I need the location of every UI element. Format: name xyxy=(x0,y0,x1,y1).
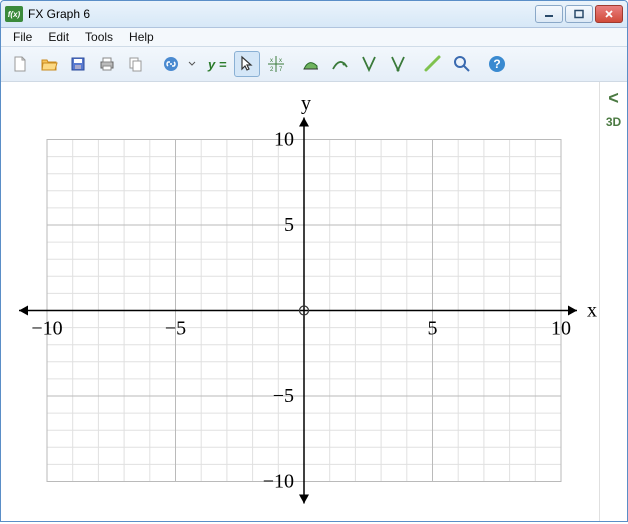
svg-text:−10: −10 xyxy=(263,471,294,493)
window-title: FX Graph 6 xyxy=(28,7,535,21)
menu-tools[interactable]: Tools xyxy=(77,28,121,46)
zoom-button[interactable] xyxy=(449,51,475,77)
roots-tool-button[interactable] xyxy=(385,51,411,77)
svg-text:x: x xyxy=(279,58,282,64)
menu-file[interactable]: File xyxy=(5,28,40,46)
area-icon xyxy=(301,54,321,74)
new-file-icon xyxy=(11,55,29,73)
minimize-button[interactable] xyxy=(535,5,563,23)
svg-text:y: y xyxy=(301,93,311,115)
link-dropdown[interactable] xyxy=(187,60,197,68)
menu-edit[interactable]: Edit xyxy=(40,28,77,46)
roots-icon xyxy=(388,54,408,74)
pencil-line-icon xyxy=(423,54,443,74)
window-controls xyxy=(535,5,623,23)
save-button[interactable] xyxy=(65,51,91,77)
intersect-tool-button[interactable] xyxy=(356,51,382,77)
equation-prefix: y = xyxy=(206,57,228,72)
titlebar: f(x) FX Graph 6 xyxy=(1,1,627,28)
curve-tool-button[interactable] xyxy=(327,51,353,77)
menu-help[interactable]: Help xyxy=(121,28,162,46)
svg-text:10: 10 xyxy=(274,129,294,151)
link-icon xyxy=(162,55,180,73)
axes-settings-icon: x 2 x 7 xyxy=(266,54,286,74)
svg-text:5: 5 xyxy=(428,318,438,340)
app-icon: f(x) xyxy=(5,6,23,22)
expand-panel-button[interactable]: < xyxy=(603,88,625,108)
axes-settings-button[interactable]: x 2 x 7 xyxy=(263,51,289,77)
side-panel: < 3D xyxy=(599,82,627,521)
new-file-button[interactable] xyxy=(7,51,33,77)
graph-canvas[interactable]: −10 −5 5 10 −10 −5 5 10 y x xyxy=(1,82,599,521)
select-tool-button[interactable] xyxy=(234,51,260,77)
svg-text:?: ? xyxy=(494,57,501,71)
close-button[interactable] xyxy=(595,5,623,23)
svg-text:x: x xyxy=(587,300,597,322)
svg-text:−5: −5 xyxy=(273,385,294,407)
svg-text:7: 7 xyxy=(279,67,283,73)
mode-3d-button[interactable]: 3D xyxy=(603,112,625,132)
toolbar: y = x 2 x 7 xyxy=(1,47,627,82)
maximize-button[interactable] xyxy=(565,5,593,23)
magnifier-icon xyxy=(452,54,472,74)
svg-text:2: 2 xyxy=(270,67,274,73)
application-window: f(x) FX Graph 6 File Edit Tools Help xyxy=(0,0,628,522)
curve-icon xyxy=(330,54,350,74)
save-icon xyxy=(69,55,87,73)
copy-button[interactable] xyxy=(123,51,149,77)
open-folder-icon xyxy=(40,55,58,73)
svg-text:10: 10 xyxy=(551,318,571,340)
area-tool-button[interactable] xyxy=(298,51,324,77)
print-icon xyxy=(98,55,116,73)
svg-text:−10: −10 xyxy=(31,318,62,340)
coordinate-plane: −10 −5 5 10 −10 −5 5 10 y x xyxy=(1,82,599,521)
content-area: −10 −5 5 10 −10 −5 5 10 y x < 3D xyxy=(1,82,627,521)
menubar: File Edit Tools Help xyxy=(1,28,627,47)
print-button[interactable] xyxy=(94,51,120,77)
copy-icon xyxy=(127,55,145,73)
help-button[interactable]: ? xyxy=(484,51,510,77)
help-icon: ? xyxy=(487,54,507,74)
svg-text:−5: −5 xyxy=(165,318,186,340)
open-file-button[interactable] xyxy=(36,51,62,77)
intersect-icon xyxy=(359,54,379,74)
svg-text:5: 5 xyxy=(284,214,294,236)
link-button[interactable] xyxy=(158,51,184,77)
svg-text:x: x xyxy=(270,58,273,64)
cursor-icon xyxy=(237,54,257,74)
line-tool-button[interactable] xyxy=(420,51,446,77)
